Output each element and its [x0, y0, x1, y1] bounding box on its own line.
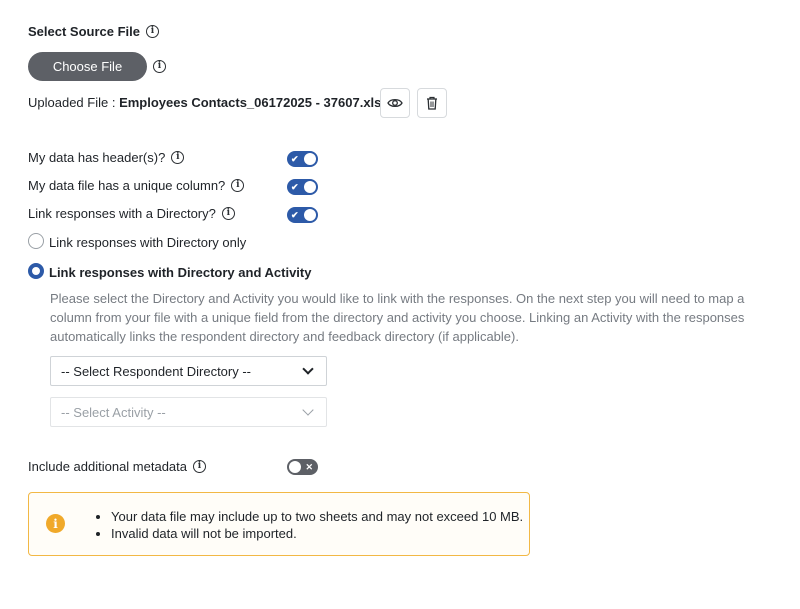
- notice-list: Your data file may include up to two she…: [111, 508, 523, 542]
- info-icon[interactable]: i: [146, 25, 159, 38]
- link-directory-label: Link responses with a Directory?: [28, 206, 216, 221]
- unique-column-row: My data file has a unique column? i: [28, 178, 245, 193]
- metadata-toggle[interactable]: ✕: [287, 459, 318, 475]
- info-icon[interactable]: i: [221, 207, 235, 220]
- metadata-label: Include additional metadata: [28, 459, 188, 474]
- uploaded-file-text: Uploaded File : Employees Contacts_06172…: [28, 95, 389, 110]
- has-headers-row: My data has header(s)? i: [28, 150, 185, 165]
- select-source-file-title: Select Source File: [28, 24, 140, 39]
- choose-file-button[interactable]: Choose File: [28, 52, 147, 81]
- check-icon: ✔: [291, 154, 299, 164]
- check-icon: ✔: [291, 182, 299, 192]
- info-icon[interactable]: i: [153, 60, 166, 73]
- select-source-file-heading: Select Source File i: [28, 24, 159, 39]
- radio-directory-activity-label[interactable]: Link responses with Directory and Activi…: [49, 265, 311, 280]
- info-icon[interactable]: i: [193, 460, 207, 473]
- uploaded-file-prefix: Uploaded File :: [28, 95, 120, 110]
- unique-column-label: My data file has a unique column?: [28, 178, 226, 193]
- link-help-text: Please select the Directory and Activity…: [50, 291, 745, 344]
- warning-info-icon: i: [46, 514, 65, 533]
- notice-item: Your data file may include up to two she…: [111, 508, 523, 525]
- delete-file-button[interactable]: [417, 88, 447, 118]
- unique-column-toggle[interactable]: ✔: [287, 179, 318, 195]
- respondent-directory-select[interactable]: -- Select Respondent Directory --: [50, 356, 327, 386]
- activity-value: -- Select Activity --: [61, 404, 166, 420]
- chevron-down-icon: [302, 404, 314, 416]
- radio-directory-only[interactable]: [28, 233, 44, 249]
- eye-icon: [387, 98, 403, 108]
- x-icon: ✕: [305, 462, 313, 472]
- activity-select[interactable]: -- Select Activity --: [50, 397, 327, 427]
- file-limits-notice: i Your data file may include up to two s…: [28, 492, 530, 556]
- link-directory-toggle[interactable]: ✔: [287, 207, 318, 223]
- radio-directory-activity[interactable]: [28, 263, 44, 279]
- link-directory-row: Link responses with a Directory? i: [28, 206, 235, 221]
- check-icon: ✔: [291, 210, 299, 220]
- preview-file-button[interactable]: [380, 88, 410, 118]
- has-headers-label: My data has header(s)?: [28, 150, 166, 165]
- info-icon[interactable]: i: [231, 179, 245, 192]
- trash-icon: [427, 96, 437, 110]
- metadata-row: Include additional metadata i: [28, 459, 207, 474]
- respondent-directory-value: -- Select Respondent Directory --: [61, 363, 252, 379]
- notice-item: Invalid data will not be imported.: [111, 525, 523, 542]
- uploaded-file-name: Employees Contacts_06172025 - 37607.xlsx: [119, 95, 389, 110]
- has-headers-toggle[interactable]: ✔: [287, 151, 318, 167]
- chevron-down-icon: [302, 363, 314, 375]
- info-icon[interactable]: i: [171, 151, 185, 164]
- radio-directory-only-label[interactable]: Link responses with Directory only: [49, 235, 246, 250]
